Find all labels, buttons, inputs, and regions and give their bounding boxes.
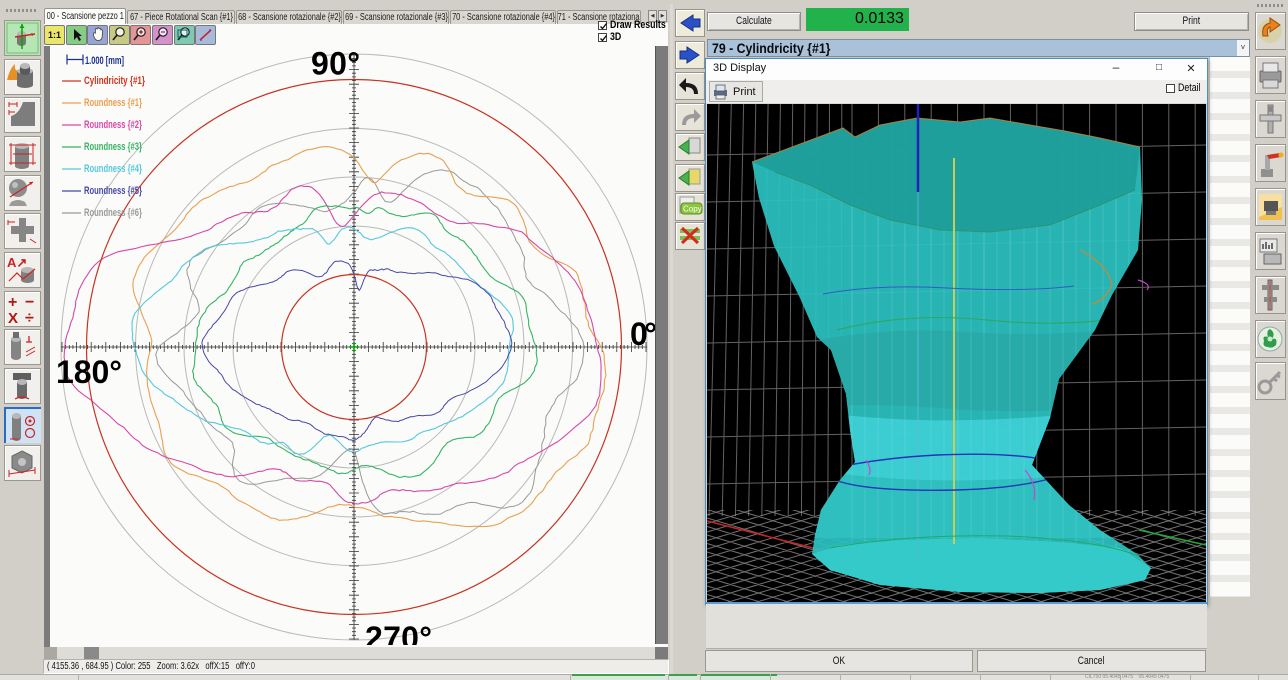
svg-text:Roundness {#1}: Roundness {#1} <box>84 97 142 109</box>
svg-text:Copy: Copy <box>683 205 702 214</box>
svg-text:270°: 270° <box>365 620 432 645</box>
svg-text:Roundness {#2}: Roundness {#2} <box>84 119 142 131</box>
svg-text:Roundness {#6}: Roundness {#6} <box>84 207 142 219</box>
svg-text:X: X <box>8 310 18 326</box>
svg-text:Roundness {#5}: Roundness {#5} <box>84 185 142 197</box>
svg-text:90°: 90° <box>311 46 360 82</box>
svg-text:0°: 0° <box>630 316 655 352</box>
svg-text:Roundness {#3}: Roundness {#3} <box>84 141 142 153</box>
svg-text:+: + <box>8 294 17 311</box>
svg-text:÷: ÷ <box>25 310 34 326</box>
svg-text:Cylindricity {#1}: Cylindricity {#1} <box>84 75 146 87</box>
svg-text:180°: 180° <box>56 354 122 390</box>
svg-text:Roundness {#4}: Roundness {#4} <box>84 163 142 175</box>
svg-text:1.000 [mm]: 1.000 [mm] <box>85 55 124 67</box>
svg-text:−: − <box>25 294 34 311</box>
